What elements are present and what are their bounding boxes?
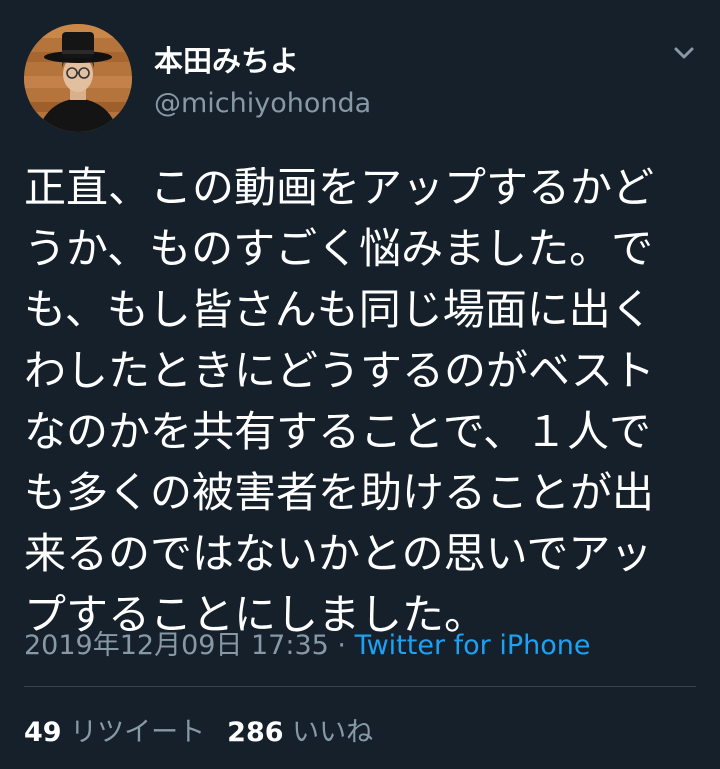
divider <box>24 686 696 687</box>
tweet-text-line: うか、ものすごく悩みました。で <box>24 224 654 273</box>
likes-count: 286 <box>227 717 284 748</box>
meta-separator: · <box>328 630 355 661</box>
more-options-button[interactable] <box>664 36 704 70</box>
tweet-timestamp[interactable]: 2019年12月09日 17:35 <box>24 630 329 661</box>
tweet-meta: 2019年12月09日 17:35 · Twitter for iPhone <box>24 623 591 662</box>
tweet-text-line: わしたときにどうするのがベスト <box>24 346 655 395</box>
retweets-stat[interactable]: 49 リツイート <box>24 717 205 748</box>
likes-stat[interactable]: 286 いいね <box>227 717 373 748</box>
user-handle[interactable]: @michiyohonda <box>154 88 371 119</box>
avatar[interactable] <box>24 24 132 132</box>
tweet-text-line: 正直、この動画をアップするかど <box>24 163 655 212</box>
tweet-text-line: も多くの被害者を助けることが出 <box>24 468 655 517</box>
tweet-stats: 49 リツイート 286 いいね <box>24 710 373 749</box>
tweet-text-line: 来るのではないかとの思いでアッ <box>24 529 653 578</box>
retweets-count: 49 <box>24 717 62 748</box>
tweet-text: 正直、この動画をアップするかど うか、ものすごく悩みました。で も、もし皆さんも… <box>24 157 700 645</box>
user-display-name[interactable]: 本田みちよ <box>154 38 299 80</box>
tweet-text-line: も、もし皆さんも同じ場面に出く <box>24 285 653 334</box>
avatar-image <box>24 24 132 132</box>
chevron-down-icon <box>674 47 694 59</box>
tweet-source-link[interactable]: Twitter for iPhone <box>355 630 591 661</box>
tweet-text-line: なのかを共有することで、１人で <box>24 407 652 456</box>
likes-label: いいね <box>292 717 374 748</box>
retweets-label: リツイート <box>70 717 206 748</box>
